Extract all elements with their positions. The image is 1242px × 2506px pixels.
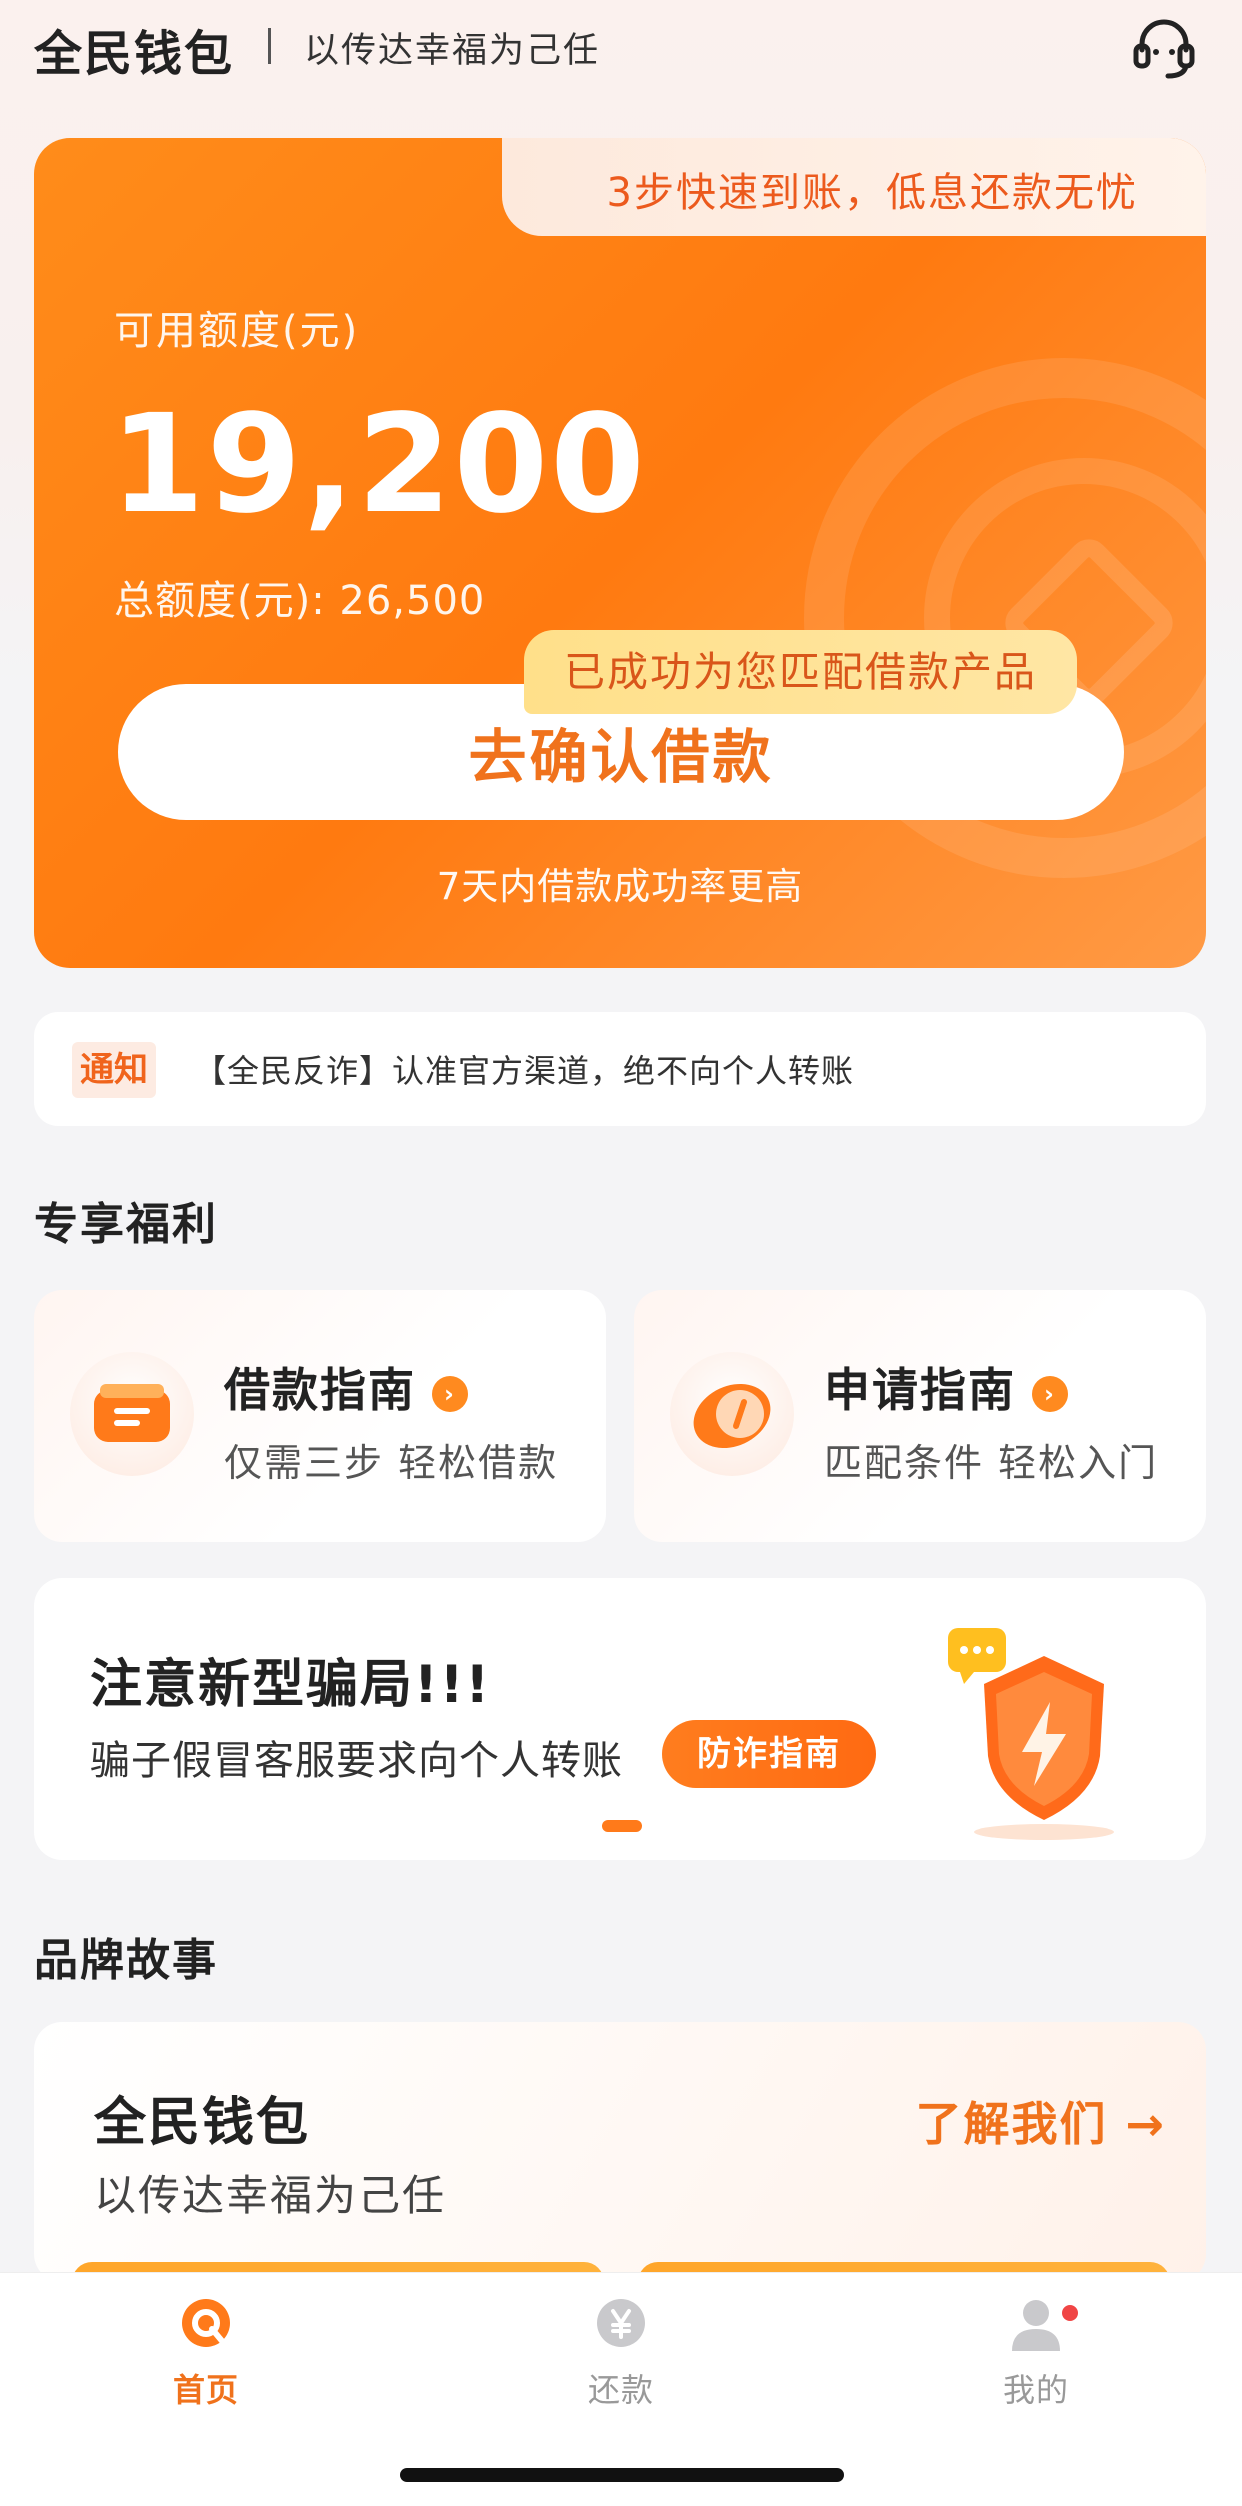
credit-card-panel: 3步快速到账，低息还款无忧 可用额度(元) 19,200 总额度(元): 26,… bbox=[34, 138, 1206, 968]
notice-tag: 通知 bbox=[72, 1042, 156, 1098]
header-divider bbox=[268, 28, 271, 64]
tab-repay[interactable]: 还款 bbox=[501, 2297, 741, 2417]
home-icon bbox=[182, 2299, 230, 2347]
tab-label: 还款 bbox=[587, 2371, 654, 2409]
notice-bar[interactable]: 通知 【全民反诈】认准官方渠道，绝不向个人转账 bbox=[34, 1012, 1206, 1126]
headset-icon[interactable] bbox=[1128, 12, 1200, 84]
match-badge: 已成功为您匹配借款产品 bbox=[524, 630, 1077, 714]
brand-name: 全民钱包 bbox=[94, 2093, 311, 2153]
notification-badge bbox=[1062, 2305, 1078, 2321]
loan-guide-icon bbox=[70, 1352, 194, 1476]
loan-guide-card[interactable]: 借款指南 › 仅需三步 轻松借款 bbox=[34, 1290, 606, 1542]
anti-fraud-banner[interactable]: 注意新型骗局!!! 骗子假冒客服要求向个人转账 防诈指南 bbox=[34, 1578, 1206, 1860]
banner-subtitle: 骗子假冒客服要求向个人转账 bbox=[90, 1738, 623, 1784]
apply-guide-card[interactable]: 申请指南 › 匹配条件 轻松入门 bbox=[634, 1290, 1206, 1542]
brand-section-title: 品牌故事 bbox=[34, 1935, 218, 1986]
user-icon bbox=[1012, 2300, 1060, 2351]
carousel-indicator bbox=[602, 1820, 642, 1832]
home-indicator bbox=[400, 2468, 844, 2482]
brand-slogan: 以传达幸福为己任 bbox=[94, 2171, 447, 2220]
shield-lightning-icon bbox=[948, 1628, 1114, 1840]
benefit-subtitle: 仅需三步 轻松借款 bbox=[224, 1441, 559, 1485]
notice-text: 【全民反诈】认准官方渠道，绝不向个人转账 bbox=[194, 1052, 855, 1090]
benefit-subtitle: 匹配条件 轻松入门 bbox=[824, 1441, 1159, 1485]
tab-label: 我的 bbox=[1002, 2371, 1069, 2409]
available-credit-label: 可用额度(元) bbox=[114, 308, 360, 354]
total-credit-label: 总额度(元): 26,500 bbox=[114, 578, 486, 624]
header: 全民钱包 以传达幸福为己任 bbox=[0, 0, 1242, 100]
tab-label: 首页 bbox=[172, 2371, 239, 2409]
chevron-right-icon: › bbox=[432, 1375, 468, 1412]
anti-fraud-guide-button[interactable]: 防诈指南 bbox=[662, 1720, 876, 1788]
hero-footnote: 7天内借款成功率更高 bbox=[436, 865, 804, 908]
header-slogan: 以传达幸福为己任 bbox=[304, 31, 601, 71]
promo-tab-text: 3步快速到账，低息还款无忧 bbox=[606, 170, 1138, 216]
about-us-link[interactable]: 了解我们 → bbox=[915, 2088, 1166, 2154]
tab-home[interactable]: 首页 bbox=[86, 2297, 326, 2417]
promo-tab: 3步快速到账，低息还款无忧 bbox=[502, 138, 1206, 236]
app-logo: 全民钱包 bbox=[34, 26, 235, 82]
benefits-section-title: 专享福利 bbox=[34, 1199, 218, 1250]
chevron-right-icon: › bbox=[1032, 1375, 1068, 1412]
benefit-title: 借款指南 › bbox=[224, 1354, 468, 1420]
banner-title: 注意新型骗局!!! bbox=[90, 1655, 492, 1715]
tab-mine[interactable]: 我的 bbox=[916, 2297, 1156, 2417]
compass-icon bbox=[670, 1352, 794, 1476]
benefit-title: 申请指南 › bbox=[824, 1354, 1068, 1420]
yuan-icon bbox=[597, 2299, 645, 2347]
available-credit-amount: 19,200 bbox=[110, 386, 647, 544]
brand-story-card[interactable]: 全民钱包 以传达幸福为己任 了解我们 → bbox=[34, 2022, 1206, 2282]
